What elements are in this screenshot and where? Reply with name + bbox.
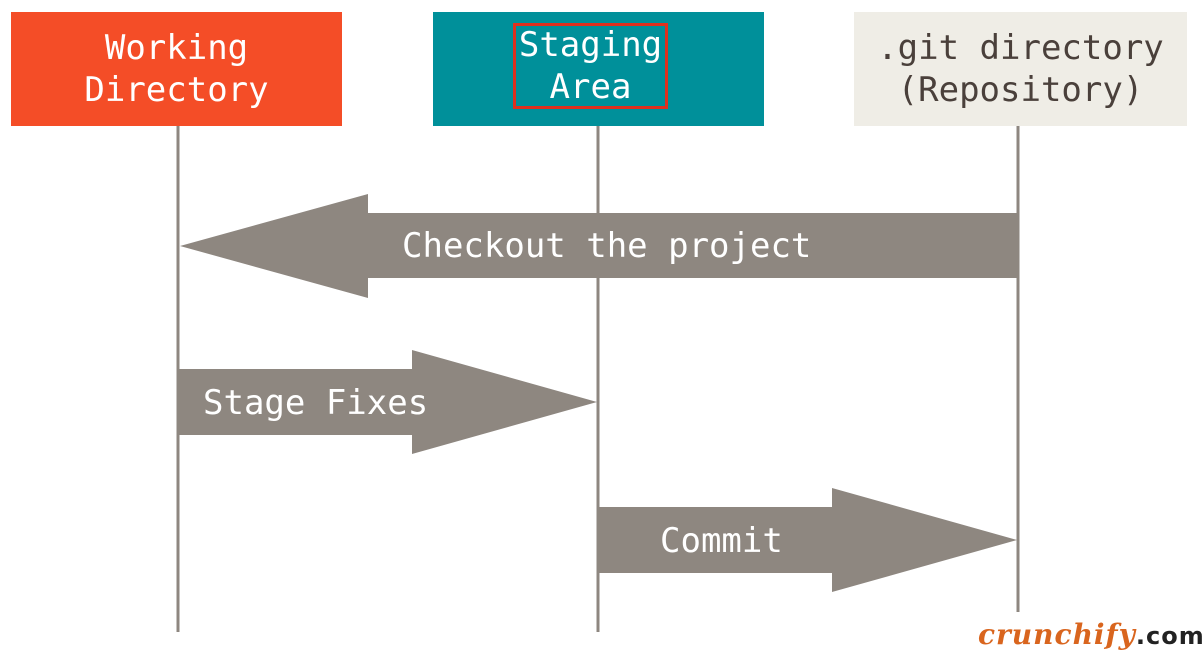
commit-arrow-label: Commit: [660, 521, 783, 561]
logo-tld: .com: [1135, 622, 1203, 650]
logo-brand: crunchify: [978, 618, 1136, 651]
staging-area-label: Staging Area: [518, 25, 663, 107]
working-directory-label: Working Directory: [84, 28, 269, 110]
repository-label: .git directory (Repository): [877, 28, 1164, 110]
crunchify-logo: crunchify.com: [978, 618, 1203, 651]
checkout-arrow-label: Checkout the project: [402, 226, 811, 266]
staging-area-highlight: Staging Area: [513, 23, 668, 109]
repository-box: .git directory (Repository): [854, 12, 1187, 126]
staging-area-box: Staging Area: [433, 12, 764, 126]
stage-fixes-arrow-label: Stage Fixes: [203, 383, 428, 423]
working-directory-box: Working Directory: [11, 12, 342, 126]
